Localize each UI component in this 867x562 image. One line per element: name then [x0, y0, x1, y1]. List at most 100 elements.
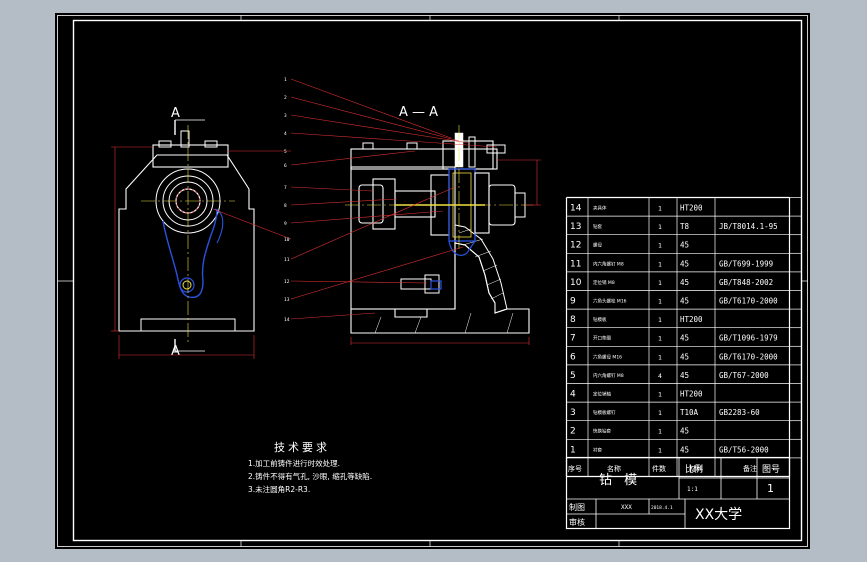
bom-cell-qty: 1 [658, 335, 662, 343]
bom-cell-name: 六角头螺栓 M16 [593, 298, 627, 305]
bom-cell-no: 10 [570, 278, 582, 288]
bom-cell-material: 45 [680, 427, 689, 436]
bom-cell-qty: 1 [658, 428, 662, 436]
right-view: A — A [345, 105, 541, 345]
cad-viewport[interactable]: A A A — A 1 2 3 4 5 6 7 8 9 10 11 12 13 … [0, 0, 867, 562]
leader-number: 7 [284, 185, 287, 191]
bom-cell-no: 8 [570, 315, 576, 325]
drawing-no-label: 图号 [762, 464, 780, 475]
bom-cell-name: 夹具体 [593, 205, 607, 212]
leader-number: 13 [284, 297, 290, 303]
leader-number: 6 [284, 163, 287, 169]
bom-cell-material: 45 [680, 371, 689, 380]
bom-cell-material: 45 [680, 241, 689, 250]
note-item-2: 2.铸件不得有气孔, 沙眼, 缩孔等缺陷. [248, 471, 372, 481]
bom-cell-material: T8 [680, 222, 690, 231]
bom-cell-no: 2 [570, 427, 576, 437]
bom-cell-material: 45 [680, 297, 689, 306]
bom-cell-name: 钻套 [593, 223, 602, 230]
bom-cell-name: 开口垫圈 [593, 335, 611, 342]
notes-title: 技术要求 [274, 441, 330, 454]
bom-cell-note: GB/T699-1999 [719, 259, 773, 268]
bom-cell-no: 12 [570, 241, 581, 251]
checked-label: 审核 [569, 517, 585, 527]
leader-number: 5 [284, 149, 287, 155]
scale-label: 比例 [685, 463, 703, 475]
scale-value: 1:1 [687, 486, 698, 493]
leader-number: 12 [284, 279, 290, 285]
note-item-3: 3.未注圆角R2-R3. [248, 484, 310, 494]
leader-number: 3 [284, 113, 287, 119]
leader-lines [212, 78, 498, 320]
drawn-label: 制图 [569, 502, 585, 512]
section-label-top: A [171, 106, 180, 121]
date-value: 2018.4.1 [651, 505, 673, 511]
bom-cell-qty: 1 [658, 409, 662, 417]
bom-cell-no: 6 [570, 352, 576, 362]
bom-cell-note: GB/T6170-2000 [719, 352, 778, 361]
bom-cell-no: 9 [570, 297, 576, 307]
bom-cell-no: 5 [570, 371, 576, 381]
bom-cell-qty: 4 [658, 372, 662, 380]
bom-cell-material: HT200 [680, 390, 703, 399]
bom-cell-qty: 1 [658, 223, 662, 231]
bom-cell-material: HT200 [680, 204, 703, 213]
drawing-sheet: A A A — A 1 2 3 4 5 6 7 8 9 10 11 12 13 … [55, 13, 810, 549]
bom-cell-material: 45 [680, 334, 689, 343]
bom-cell-name: 定位销 M8 [593, 279, 615, 286]
school-name: XX大学 [695, 507, 742, 523]
bom-cell-name: 内六角螺钉 M8 [593, 372, 624, 379]
bom-cell-qty: 1 [658, 316, 662, 324]
bom-cell-material: HT200 [680, 315, 703, 324]
bom-cell-name: 衬套 [593, 446, 602, 453]
bom-cell-name: 螺母 [593, 242, 602, 249]
bom-cell-material: 45 [680, 259, 689, 268]
leader-numbers: 1234567891011121314 [284, 77, 290, 323]
bom-table: 14 夹具体 1 HT20013 钻套 1 T8 JB/T8014.1-9512 螺母 1 4511… [565, 196, 802, 478]
leader-number: 8 [284, 203, 287, 209]
leader-number: 2 [284, 95, 287, 101]
section-view-title: A — A [399, 105, 438, 120]
bom-header-name: 名称 [607, 464, 621, 473]
bom-cell-material: 45 [680, 278, 689, 287]
leader-number: 9 [284, 221, 287, 227]
bom-cell-no: 4 [570, 390, 576, 400]
bom-cell-note: JB/T8014.1-95 [719, 222, 778, 231]
bom-cell-no: 3 [570, 408, 576, 418]
bom-cell-no: 1 [570, 445, 576, 455]
section-label-bottom: A [171, 344, 180, 359]
leader-number: 1 [284, 77, 287, 83]
bom-cell-note: GB/T848-2002 [719, 278, 773, 287]
bom-cell-name: 定位销轴 [593, 391, 611, 398]
drawing-no-value: 1 [767, 482, 774, 495]
leader-number: 14 [284, 317, 290, 323]
bom-cell-name: 钻模板 [593, 316, 607, 323]
bom-cell-note: GB/T67-2000 [719, 371, 769, 380]
bom-cell-material: 45 [680, 352, 689, 361]
drawing-name: 钻 模 [599, 473, 641, 488]
bom-cell-material: 45 [680, 445, 689, 454]
bom-cell-qty: 1 [658, 298, 662, 306]
leader-number: 4 [284, 131, 287, 137]
bom-cell-name: 快换钻套 [593, 428, 611, 435]
bom-cell-material: T10A [680, 408, 699, 417]
drawn-value: XXX [621, 504, 632, 511]
bom-cell-name: 六角螺母 M16 [593, 353, 622, 360]
bom-cell-qty: 1 [658, 205, 662, 213]
left-view: A A [111, 106, 255, 359]
bom-cell-qty: 1 [658, 242, 662, 250]
bom-cell-no: 7 [570, 334, 576, 344]
leader-number: 10 [284, 237, 290, 243]
bom-header-no: 序号 [568, 464, 582, 473]
bom-cell-qty: 1 [658, 260, 662, 268]
bom-cell-no: 11 [570, 259, 581, 269]
bom-cell-name: 钻模板螺钉 [593, 409, 616, 416]
leader-number: 11 [284, 257, 290, 263]
bom-cell-qty: 1 [658, 391, 662, 399]
bom-cell-note: GB/T6170-2000 [719, 297, 778, 306]
technical-notes: 技术要求 1.加工前铸件进行时效处理. 2.铸件不得有气孔, 沙眼, 缩孔等缺陷… [248, 441, 372, 494]
bom-cell-note: GB/T1096-1979 [719, 334, 778, 343]
bom-cell-note: GB2283-60 [719, 408, 760, 417]
bom-cell-qty: 1 [658, 353, 662, 361]
bom-cell-no: 13 [570, 222, 581, 232]
